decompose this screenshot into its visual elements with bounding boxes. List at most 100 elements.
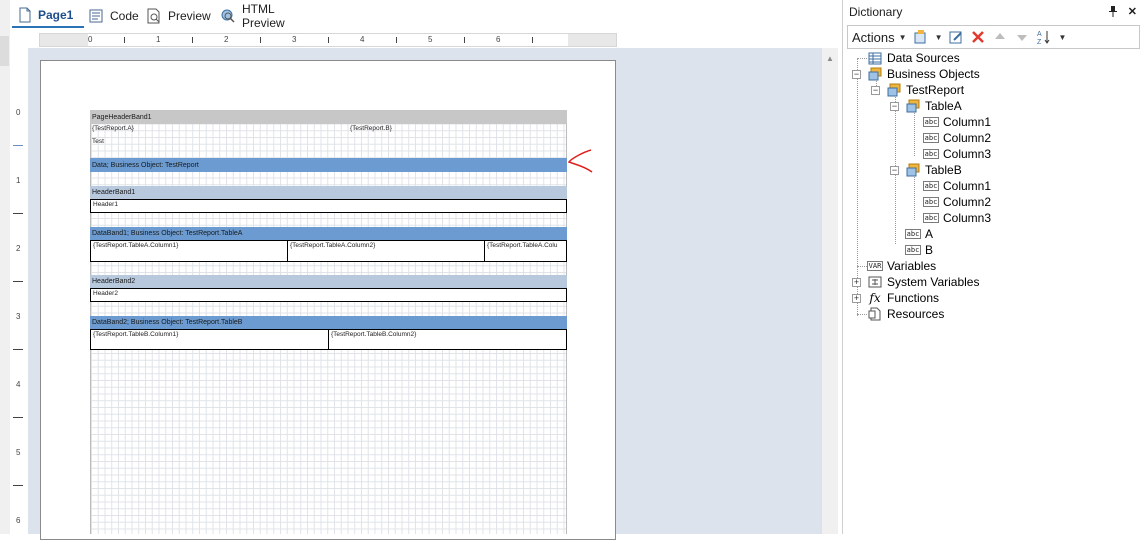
pin-icon[interactable] [1108,5,1118,20]
new-item-icon[interactable] [913,29,929,45]
tree-item-variables[interactable]: VAR Variables [866,258,937,274]
header-band2-title: HeaderBand2 [92,278,136,285]
tree-item-label: Column2 [943,195,992,209]
tree-item-data-sources[interactable]: Data Sources [867,50,960,66]
header-band1-title: HeaderBand1 [92,189,136,196]
data-band2-title: DataBand2; Business Object: TestReport.T… [92,319,243,326]
ruler-v-4: 4 [16,380,21,389]
text-table-a-column1[interactable]: {TestReport.TableA.Column1} [90,240,288,262]
text-test[interactable]: Test [90,137,290,148]
delete-icon[interactable] [970,29,986,45]
tab-preview[interactable]: Preview [140,4,216,28]
collapse-icon[interactable]: − [871,86,880,95]
tab-code[interactable]: Code [82,4,142,28]
ruler-h-5: 5 [428,35,433,44]
move-down-icon[interactable] [1014,29,1030,45]
tree-item-table-b-column3[interactable]: abc Column3 [922,210,992,226]
text-test-report-b[interactable]: {TestReport.B} [348,124,548,135]
annotation-mark [567,149,593,173]
tree-item-table-b-column1[interactable]: abc Column1 [922,178,992,194]
ruler-h-tick [328,37,329,43]
tree-item-label: B [925,243,934,257]
sort-icon[interactable]: AZ [1036,29,1052,45]
expand-icon[interactable]: + [852,294,861,303]
text-header2[interactable]: Header2 [90,288,567,302]
actions-dropdown[interactable]: Actions ▼ [852,30,907,45]
resources-icon [867,307,883,321]
ruler-h-tick [532,37,533,43]
tree-item-table-a[interactable]: TableA [905,98,962,114]
tree-item-label: Variables [887,259,937,273]
collapse-icon[interactable]: − [890,166,899,175]
data-band[interactable]: Data; Business Object: TestReport [90,158,567,172]
ruler-v-5: 5 [16,448,21,457]
tree-item-business-objects[interactable]: Business Objects [867,66,980,82]
business-object-icon [905,163,921,177]
tab-page1[interactable]: Page1 [12,4,84,28]
collapse-icon[interactable]: − [890,102,899,111]
data-band1-title: DataBand1; Business Object: TestReport.T… [92,230,243,237]
data-band1[interactable]: DataBand1; Business Object: TestReport.T… [90,227,567,240]
text-table-b-column1[interactable]: {TestReport.TableB.Column1} [90,329,329,350]
tree-item-table-a-column1[interactable]: abc Column1 [922,114,992,130]
data-sources-icon [867,51,883,65]
ruler-v-tick [13,281,23,282]
vertical-scrollbar[interactable]: ▲ [821,48,839,534]
ruler-v-1: 1 [16,176,21,185]
ruler-v-tick [13,213,23,214]
ruler-v-3: 3 [16,312,21,321]
data-band2[interactable]: DataBand2; Business Object: TestReport.T… [90,316,567,329]
edit-icon[interactable] [948,29,964,45]
tree-item-table-a-column3[interactable]: abc Column3 [922,146,991,162]
ruler-v-tick [13,349,23,350]
page-header-band[interactable]: PageHeaderBand1 [90,110,567,124]
text-table-b-column2[interactable]: {TestReport.TableB.Column2} [328,329,567,350]
tree-item-test-report[interactable]: TestReport [886,82,964,98]
header-band1[interactable]: HeaderBand1 [90,186,567,199]
ruler-h-tick [124,37,125,43]
tree-item-label: Resources [887,307,945,321]
move-up-icon[interactable] [992,29,1008,45]
column-icon: abc [922,213,940,223]
tab-html-preview[interactable]: HTML Preview [214,2,322,30]
text-header1[interactable]: Header1 [90,199,567,213]
tree-item-label: Data Sources [887,51,960,65]
ruler-v-6: 6 [16,516,21,525]
ruler-v-0: 0 [16,108,21,117]
ruler-h-0: 0 [88,35,93,44]
tree-item-field-a[interactable]: abc A [904,226,933,242]
text-table-a-column2[interactable]: {TestReport.TableA.Column2} [287,240,485,262]
tree-item-label: Column1 [943,115,992,129]
ruler-h-3: 3 [292,35,297,44]
tree-item-label: TableA [925,99,962,113]
column-icon: abc [904,245,922,255]
tree-item-table-b[interactable]: TableB [905,162,962,178]
dictionary-tree: Data Sources − Business Objects − TestRe… [843,50,1143,534]
tree-item-field-b[interactable]: abc B [904,242,934,258]
tree-item-label: Column3 [943,211,992,225]
tab-preview-label: Preview [168,9,211,23]
tree-item-functions[interactable]: fx Functions [867,290,939,306]
expand-icon[interactable]: + [852,278,861,287]
text-table-a-column3[interactable]: {TestReport.TableA.Colu [484,240,567,262]
chevron-down-icon[interactable]: ▼ [1058,33,1066,42]
tree-item-label: Column1 [943,179,992,193]
actions-label: Actions [852,29,895,45]
tree-line [914,110,915,156]
tree-item-table-b-column2[interactable]: abc Column2 [922,194,992,210]
tree-item-resources[interactable]: Resources [867,306,944,322]
tree-item-table-a-column2[interactable]: abc Column2 [922,130,992,146]
variables-icon: VAR [866,261,884,271]
tree-item-label: Column2 [943,131,992,145]
ruler-v-marker [13,145,23,146]
tree-item-system-variables[interactable]: System Variables [867,274,979,290]
left-strip-block [0,36,9,66]
chevron-down-icon[interactable]: ▼ [935,33,943,42]
collapse-icon[interactable]: − [852,70,861,79]
close-icon[interactable]: ✕ [1128,5,1137,20]
tree-line [857,314,867,315]
header-band2[interactable]: HeaderBand2 [90,275,567,288]
designer-tab-bar: Page1 Code Preview HTML Preview [10,0,840,32]
text-test-report-a[interactable]: {TestReport.A} [90,124,290,135]
scroll-up-icon[interactable]: ▲ [826,54,834,63]
